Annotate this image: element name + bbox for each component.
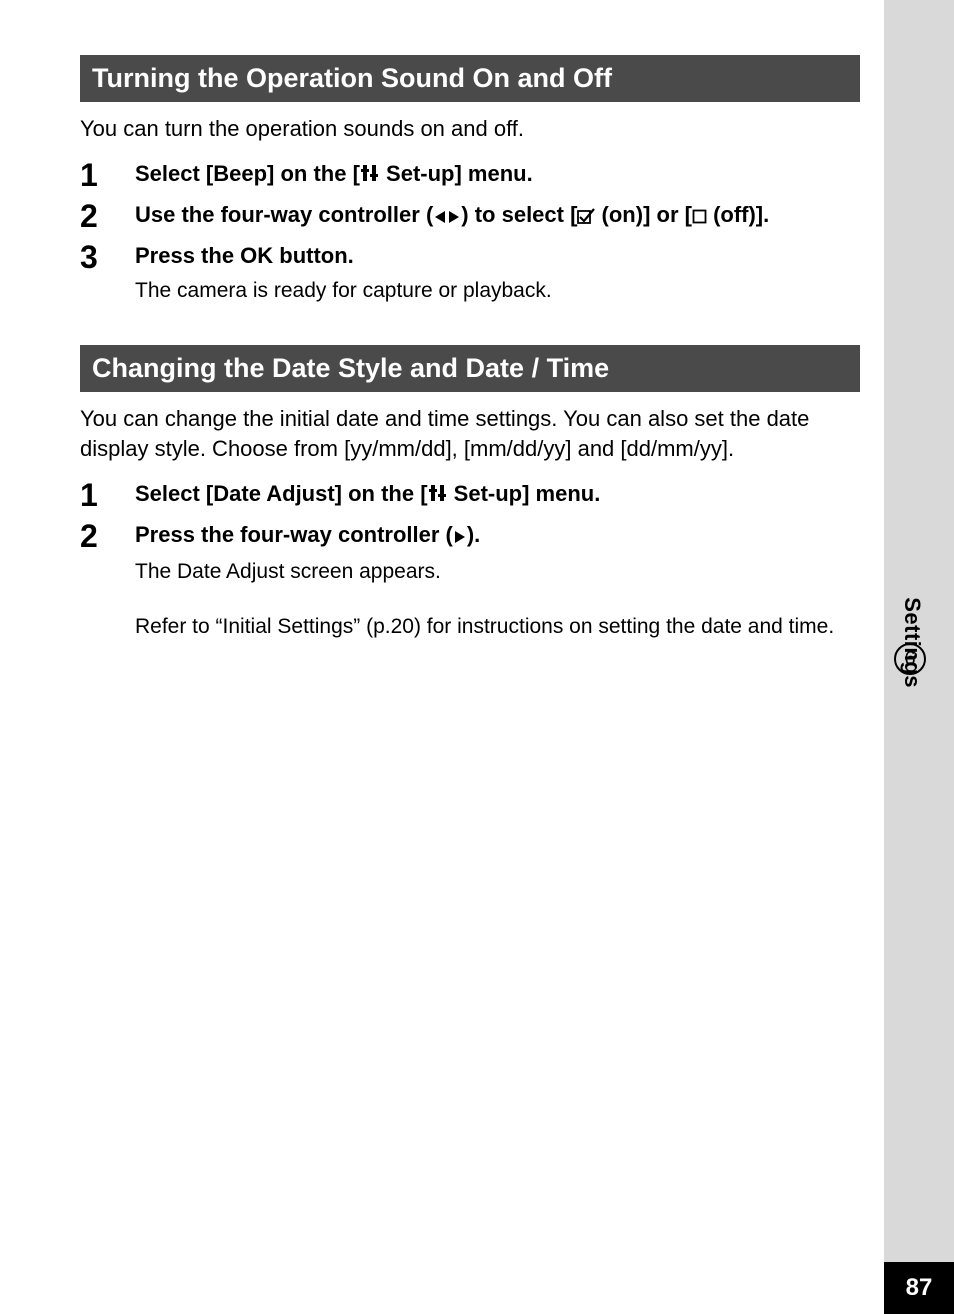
step-number: 1	[80, 478, 135, 513]
right-arrow-icon	[453, 521, 467, 553]
text: Use the four-way controller (	[135, 202, 433, 227]
step-title: Select [Beep] on the [ Set-up] menu.	[135, 158, 860, 192]
section1-intro: You can turn the operation sounds on and…	[80, 114, 860, 144]
step-desc: The Date Adjust screen appears.	[135, 557, 860, 586]
text: Set-up] menu.	[448, 481, 601, 506]
section-header-date: Changing the Date Style and Date / Time	[80, 345, 860, 392]
step-1-2: 2 Use the four-way controller ( ) to sele…	[80, 199, 860, 234]
text: Select [Beep] on the [	[135, 161, 360, 186]
step-title: Press the four-way controller ().	[135, 519, 860, 553]
step-2-1: 1 Select [Date Adjust] on the [ Set-up] …	[80, 478, 860, 513]
step-title: Use the four-way controller ( ) to select…	[135, 199, 860, 233]
text: (on)] or [	[595, 202, 692, 227]
manual-page: Turning the Operation Sound On and Off Y…	[0, 0, 954, 1314]
text: ).	[467, 522, 480, 547]
checkbox-on-icon	[577, 201, 595, 233]
text: Select [Date Adjust] on the [	[135, 481, 428, 506]
text: ) to select [	[461, 202, 577, 227]
step-number: 2	[80, 199, 135, 234]
setup-icon	[360, 160, 380, 192]
text: Set-up] menu.	[380, 161, 533, 186]
step-number: 1	[80, 158, 135, 193]
page-number: 87	[884, 1262, 954, 1314]
step-number: 3	[80, 240, 135, 305]
chapter-label: Settings	[899, 597, 925, 688]
step-desc: The camera is ready for capture or playb…	[135, 276, 860, 305]
section2-intro: You can change the initial date and time…	[80, 404, 860, 463]
step-desc: Refer to “Initial Settings” (p.20) for i…	[135, 612, 860, 641]
step-number: 2	[80, 519, 135, 642]
step-title: Press the OK button.	[135, 240, 860, 272]
step-1-1: 1 Select [Beep] on the [ Set-up] menu.	[80, 158, 860, 193]
step-2-2: 2 Press the four-way controller (). The …	[80, 519, 860, 642]
text: (off)].	[707, 202, 769, 227]
checkbox-off-icon	[692, 201, 707, 233]
text: Press the four-way controller (	[135, 522, 453, 547]
main-content: Turning the Operation Sound On and Off Y…	[80, 55, 860, 648]
step-1-3: 3 Press the OK button. The camera is rea…	[80, 240, 860, 305]
section-header-beep: Turning the Operation Sound On and Off	[80, 55, 860, 102]
setup-icon	[428, 480, 448, 512]
step-title: Select [Date Adjust] on the [ Set-up] me…	[135, 478, 860, 512]
right-arrow-icon	[447, 201, 461, 233]
left-arrow-icon	[433, 201, 447, 233]
